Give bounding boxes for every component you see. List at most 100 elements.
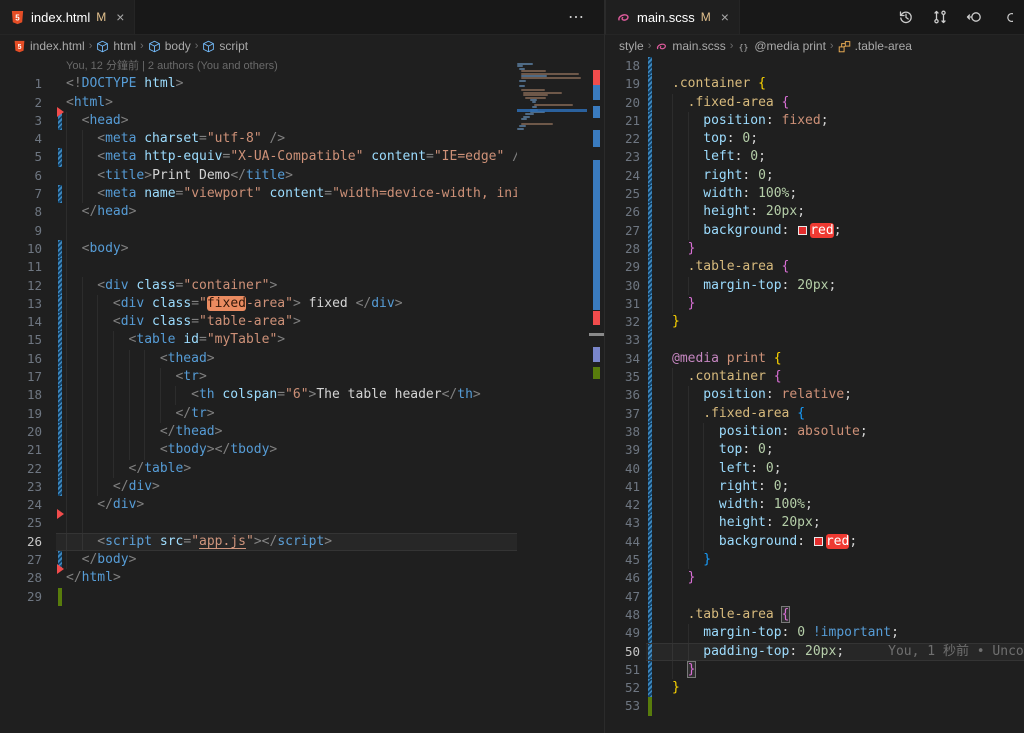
- gutter-modified-marker[interactable]: [58, 459, 62, 478]
- minimap[interactable]: [517, 57, 589, 733]
- line-number[interactable]: 29: [0, 588, 42, 606]
- gutter-modified-marker[interactable]: [58, 313, 62, 332]
- gutter-modified-marker[interactable]: [58, 148, 62, 167]
- line-number[interactable]: 22: [606, 130, 640, 148]
- code-text[interactable]: </tr>: [66, 405, 214, 423]
- line-number[interactable]: 47: [606, 588, 640, 606]
- line-number[interactable]: 31: [606, 295, 640, 313]
- code-text[interactable]: </body>: [66, 551, 137, 569]
- gutter-modified-marker[interactable]: [648, 551, 652, 570]
- gutter-modified-marker[interactable]: [58, 477, 62, 497]
- line-number[interactable]: 27: [0, 551, 42, 569]
- line-number[interactable]: 29: [606, 258, 640, 276]
- breadcrumb-item-index-html[interactable]: 5 index.html: [13, 39, 85, 53]
- code-text[interactable]: }: [672, 660, 697, 679]
- gutter-added-marker[interactable]: [58, 587, 62, 606]
- line-number[interactable]: 8: [0, 203, 42, 221]
- code-text[interactable]: }: [672, 240, 696, 258]
- line-number[interactable]: 10: [0, 240, 42, 258]
- line-number[interactable]: 18: [0, 386, 42, 404]
- line-number[interactable]: 52: [606, 679, 640, 697]
- code-text[interactable]: background: red;: [672, 533, 857, 551]
- gutter-modified-marker[interactable]: [648, 368, 652, 387]
- code-text[interactable]: .table-area {: [672, 258, 790, 276]
- code-text[interactable]: .container {: [672, 75, 766, 93]
- gutter-modified-marker[interactable]: [648, 221, 652, 240]
- compare-icon[interactable]: [930, 7, 950, 27]
- code-text[interactable]: position: relative;: [672, 386, 852, 404]
- code-text[interactable]: width: 100%;: [672, 185, 797, 203]
- gutter-modified-marker[interactable]: [58, 441, 62, 460]
- gutter-modified-marker[interactable]: [648, 203, 652, 222]
- line-number[interactable]: 43: [606, 514, 640, 532]
- gutter-modified-marker[interactable]: [648, 477, 652, 497]
- line-number[interactable]: 3: [0, 112, 42, 130]
- gutter-modified-marker[interactable]: [648, 605, 652, 625]
- line-number[interactable]: 48: [606, 606, 640, 624]
- code-text[interactable]: <script src="app.js"></script>: [66, 533, 332, 551]
- gutter-modified-marker[interactable]: [648, 386, 652, 405]
- more-actions-icon[interactable]: ⋯: [568, 7, 599, 27]
- code-text[interactable]: <meta http-equiv="X-UA-Compatible" conte…: [66, 148, 517, 166]
- line-number[interactable]: 44: [606, 533, 640, 551]
- gutter-modified-marker[interactable]: [58, 276, 62, 295]
- line-number[interactable]: 13: [0, 295, 42, 313]
- code-text[interactable]: top: 0;: [672, 130, 758, 148]
- line-number[interactable]: 15: [0, 331, 42, 349]
- line-number[interactable]: 49: [606, 624, 640, 642]
- line-number[interactable]: 50: [606, 643, 640, 661]
- line-number[interactable]: 28: [606, 240, 640, 258]
- line-number[interactable]: 24: [606, 167, 640, 185]
- gutter-modified-marker[interactable]: [648, 313, 652, 332]
- history-icon[interactable]: [896, 7, 916, 27]
- code-text[interactable]: .fixed-area {: [672, 405, 805, 423]
- code-text[interactable]: <title>Print Demo</title>: [66, 167, 293, 185]
- line-number[interactable]: 26: [0, 533, 42, 551]
- gutter-modified-marker[interactable]: [648, 496, 652, 515]
- gutter-modified-marker[interactable]: [648, 624, 652, 643]
- gutter-modified-marker[interactable]: [648, 569, 652, 588]
- gutter-modified-marker[interactable]: [58, 294, 62, 314]
- breadcrumb-item--table-area[interactable]: .table-area: [838, 39, 912, 53]
- line-number[interactable]: 28: [0, 569, 42, 587]
- close-icon[interactable]: ×: [116, 9, 124, 25]
- line-number[interactable]: 23: [0, 478, 42, 496]
- gutter-modified-marker[interactable]: [648, 276, 652, 295]
- code-text[interactable]: position: fixed;: [672, 112, 828, 130]
- gutter-modified-marker[interactable]: [648, 587, 652, 606]
- gutter-modified-marker[interactable]: [648, 185, 652, 204]
- line-number[interactable]: 17: [0, 368, 42, 386]
- gutter-modified-marker[interactable]: [58, 239, 62, 259]
- gutter-modified-marker[interactable]: [648, 239, 652, 259]
- code-text[interactable]: <thead>: [66, 350, 215, 368]
- line-number[interactable]: 34: [606, 350, 640, 368]
- line-number[interactable]: 23: [606, 148, 640, 166]
- line-number[interactable]: 46: [606, 569, 640, 587]
- gutter-modified-marker[interactable]: [648, 331, 652, 350]
- code-text[interactable]: .container {: [672, 368, 782, 386]
- code-text[interactable]: </div>: [66, 496, 144, 514]
- line-number[interactable]: 41: [606, 478, 640, 496]
- gutter-modified-marker[interactable]: [648, 148, 652, 167]
- code-text[interactable]: <div class="fixed-area"> fixed </div>: [66, 295, 403, 313]
- line-number[interactable]: 51: [606, 661, 640, 679]
- code-text[interactable]: </div>: [66, 478, 160, 496]
- code-text[interactable]: <body>: [66, 240, 129, 258]
- code-text[interactable]: height: 20px;: [672, 514, 821, 532]
- code-text[interactable]: }: [672, 569, 696, 587]
- line-number[interactable]: 45: [606, 551, 640, 569]
- line-number[interactable]: 38: [606, 423, 640, 441]
- line-number[interactable]: 19: [606, 75, 640, 93]
- line-number[interactable]: 9: [0, 222, 42, 240]
- line-number[interactable]: 5: [0, 148, 42, 166]
- breadcrumb-item-main-scss[interactable]: main.scss: [655, 39, 726, 53]
- gutter-deleted-marker[interactable]: [57, 509, 69, 520]
- editor-main-scss[interactable]: 18 19 .container {20 .fixed-area {21 positio…: [606, 57, 1024, 733]
- code-text[interactable]: padding-top: 20px;: [672, 643, 844, 661]
- gutter-modified-marker[interactable]: [648, 642, 652, 661]
- editor-index-html[interactable]: You, 12 分鐘前 | 2 authors (You and others)…: [0, 57, 517, 733]
- line-number[interactable]: 6: [0, 167, 42, 185]
- code-text[interactable]: <meta charset="utf-8" />: [66, 130, 285, 148]
- line-number[interactable]: 22: [0, 460, 42, 478]
- gutter-modified-marker[interactable]: [648, 93, 652, 112]
